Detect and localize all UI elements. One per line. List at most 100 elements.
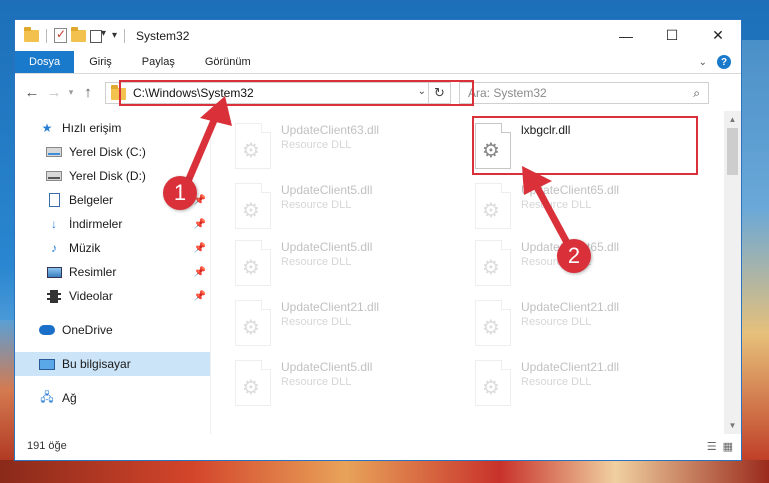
- file-item[interactable]: UpdateClient21.dll Resource DLL: [235, 296, 461, 356]
- file-item[interactable]: UpdateClient5.dll Resource DLL: [235, 179, 461, 239]
- help-icon[interactable]: ?: [717, 55, 731, 69]
- new-folder-icon[interactable]: [71, 26, 86, 42]
- file-name: UpdateClient5.dll: [281, 360, 373, 374]
- recent-locations-chevron-icon[interactable]: ▾: [65, 87, 77, 98]
- details-view-icon[interactable]: ☰: [707, 440, 717, 453]
- pin-icon[interactable]: 📌: [194, 243, 206, 254]
- file-item[interactable]: UpdateClient63.dll Resource DLL: [235, 119, 461, 179]
- pin-icon[interactable]: 📌: [194, 267, 206, 278]
- file-type: Resource DLL: [521, 316, 592, 328]
- sidebar-item-label: Yerel Disk (C:): [69, 145, 146, 159]
- customize-toolbar-icon[interactable]: [90, 28, 106, 43]
- properties-check-icon[interactable]: [54, 27, 67, 43]
- ribbon-tabs: Dosya Giriş Paylaş Görünüm ⌄ ?: [15, 51, 741, 74]
- explorer-body: ★ Hızlı erişim Yerel Disk (C:) Yerel Dis…: [15, 111, 741, 434]
- window-title: System32: [136, 28, 190, 43]
- sidebar-item-label: Yerel Disk (D:): [69, 169, 146, 183]
- scroll-up-arrow-icon[interactable]: ▲: [724, 111, 741, 128]
- computer-icon: [39, 357, 55, 371]
- file-list-pane: UpdateClient63.dll Resource DLL lxbgclr.d…: [211, 111, 741, 434]
- chevron-down-icon[interactable]: ▾: [112, 30, 117, 41]
- file-item[interactable]: UpdateClient5.dll Resource DLL: [235, 356, 461, 416]
- dll-file-icon: [235, 240, 271, 286]
- dll-file-icon: [475, 300, 511, 346]
- star-icon: ★: [41, 121, 53, 135]
- close-button[interactable]: ✕: [695, 20, 741, 51]
- vertical-scrollbar[interactable]: ▲ ▼: [724, 111, 741, 434]
- file-explorer-window: ▾ System32 — ☐ ✕ Dosya Giriş Paylaş Görü…: [14, 19, 742, 461]
- network-icon: 🖧: [40, 389, 54, 404]
- status-bar: 191 öğe ☰ ▦: [15, 432, 741, 460]
- navigation-pane: ★ Hızlı erişim Yerel Disk (C:) Yerel Dis…: [15, 111, 211, 434]
- sidebar-item-quick-access[interactable]: ★ Hızlı erişim: [15, 116, 210, 140]
- desktop-wallpaper-right: [742, 40, 769, 460]
- sidebar-item-network[interactable]: 🖧 Ağ: [15, 386, 210, 410]
- file-type: Resource DLL: [521, 199, 592, 211]
- address-path[interactable]: C:\Windows\System32: [133, 86, 254, 100]
- view-switcher: ☰ ▦: [707, 440, 733, 453]
- sidebar-item-label: Belgeler: [69, 193, 114, 207]
- dll-file-icon: [235, 183, 271, 229]
- sidebar-item-label: Resimler: [69, 265, 117, 279]
- tab-view[interactable]: Görünüm: [190, 51, 266, 73]
- sidebar-item-label: Hızlı erişim: [62, 121, 122, 135]
- sidebar-item-label: İndirmeler: [69, 217, 123, 231]
- file-type: Resource DLL: [281, 376, 352, 388]
- documents-icon: [46, 193, 62, 207]
- dll-file-icon: [475, 240, 511, 286]
- back-arrow-icon[interactable]: ←: [21, 84, 43, 101]
- file-name: UpdateClient5.dll: [281, 240, 373, 254]
- expand-ribbon-chevron-icon[interactable]: ⌄: [699, 57, 707, 68]
- file-item[interactable]: UpdateClient65.dll Resource DLL: [475, 179, 701, 239]
- sidebar-item-label: Bu bilgisayar: [62, 357, 131, 371]
- large-icons-view-icon[interactable]: ▦: [723, 440, 733, 453]
- folder-icon: [24, 26, 39, 42]
- pin-icon[interactable]: 📌: [194, 291, 206, 302]
- scrollbar-thumb[interactable]: [727, 128, 738, 175]
- toolbar-separator: [124, 28, 126, 43]
- tab-file[interactable]: Dosya: [15, 51, 75, 73]
- refresh-icon[interactable]: ↻: [428, 82, 450, 103]
- pin-icon[interactable]: 📌: [194, 219, 206, 230]
- downloads-icon: ↓: [51, 217, 57, 231]
- file-item[interactable]: UpdateClient65.dllResource DLL: [475, 236, 701, 296]
- file-item[interactable]: UpdateClient5.dll Resource DLL: [235, 236, 461, 296]
- file-type: Resource DLL: [281, 256, 352, 268]
- file-name: UpdateClient5.dll: [281, 183, 373, 197]
- dll-file-icon: [235, 300, 271, 346]
- callout-badge-1: 1: [163, 176, 197, 210]
- sidebar-item-videos[interactable]: Videolar 📌: [15, 284, 210, 308]
- file-item-target[interactable]: lxbgclr.dll: [475, 119, 701, 179]
- up-arrow-icon[interactable]: ↑: [77, 84, 99, 101]
- file-item[interactable]: UpdateClient21.dll Resource DLL: [475, 296, 701, 356]
- file-type: Resource DLL: [281, 316, 352, 328]
- file-item[interactable]: UpdateClient21.dll Resource DLL: [475, 356, 701, 416]
- sidebar-item-local-disk-c[interactable]: Yerel Disk (C:): [15, 140, 210, 164]
- file-name: UpdateClient65.dll: [521, 183, 620, 197]
- sidebar-item-downloads[interactable]: ↓ İndirmeler 📌: [15, 212, 210, 236]
- maximize-button[interactable]: ☐: [649, 20, 695, 51]
- address-history-chevron-icon[interactable]: ⌄: [418, 86, 426, 97]
- minimize-button[interactable]: —: [603, 20, 649, 51]
- videos-icon: [46, 289, 62, 303]
- search-input[interactable]: Ara: System32 ⌕: [459, 81, 709, 104]
- search-icon[interactable]: ⌕: [693, 86, 700, 101]
- sidebar-item-onedrive[interactable]: OneDrive: [15, 318, 210, 342]
- address-bar[interactable]: C:\Windows\System32 ⌄ ↻: [105, 81, 451, 104]
- dll-file-icon: [235, 123, 271, 169]
- sidebar-item-label: Ağ: [62, 391, 77, 405]
- sidebar-item-label: Videolar: [69, 289, 113, 303]
- folder-icon: [111, 85, 126, 100]
- dll-file-icon: [475, 123, 511, 169]
- tab-share[interactable]: Paylaş: [127, 51, 190, 73]
- sidebar-item-music[interactable]: ♪ Müzik 📌: [15, 236, 210, 260]
- forward-arrow-icon[interactable]: →: [43, 84, 65, 101]
- desktop-wallpaper-left: [0, 320, 14, 460]
- dll-file-icon: [475, 183, 511, 229]
- tab-home[interactable]: Giriş: [74, 51, 127, 73]
- sidebar-item-pictures[interactable]: Resimler 📌: [15, 260, 210, 284]
- sidebar-item-this-pc[interactable]: Bu bilgisayar: [15, 352, 210, 376]
- sidebar-item-label: OneDrive: [62, 323, 113, 337]
- search-placeholder: Ara: System32: [468, 85, 547, 100]
